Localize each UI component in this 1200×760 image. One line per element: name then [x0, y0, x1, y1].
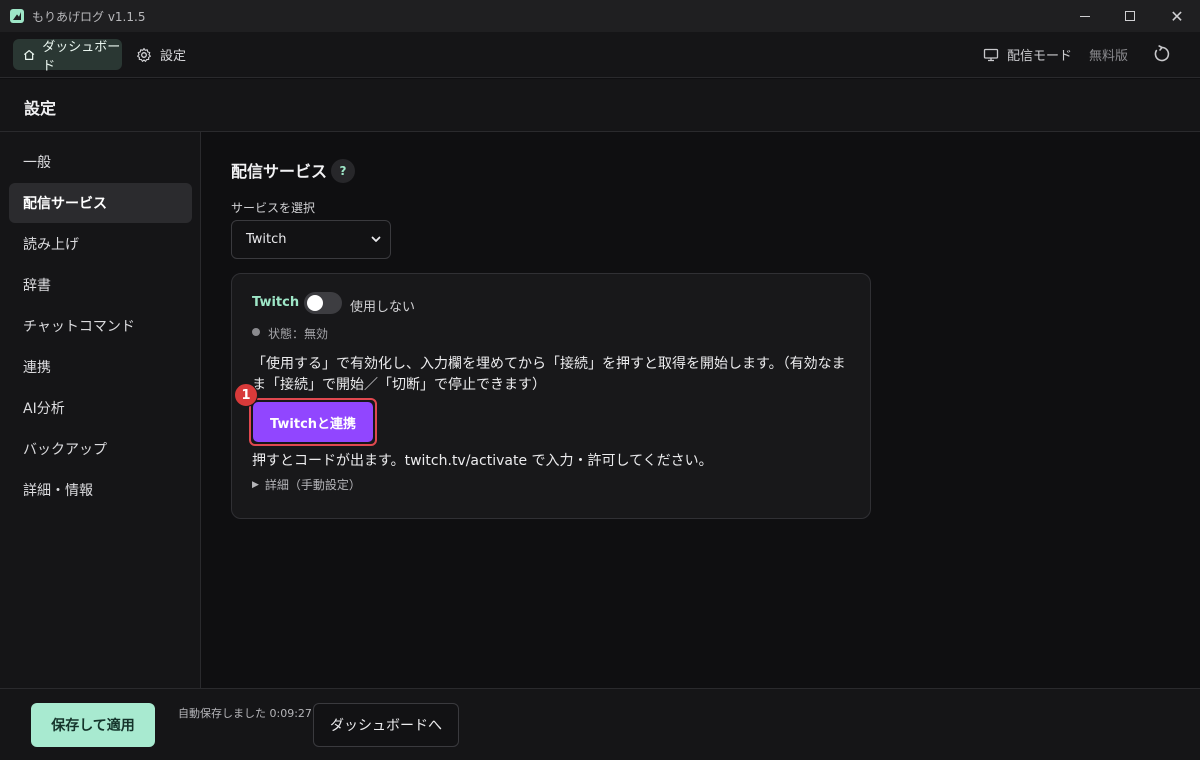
sidebar-item-dictionary[interactable]: 辞書	[9, 265, 192, 305]
sidebar-item-chat-commands[interactable]: チャットコマンド	[9, 306, 192, 346]
nav-dashboard-label: ダッシュボード	[42, 39, 121, 74]
triangle-right-icon: ▶	[252, 479, 259, 490]
twitch-service-card: Twitch 使用しない 状態：無効 「使用する」で有効化し、入力欄を埋めてから…	[231, 273, 871, 519]
sidebar-item-details-info[interactable]: 詳細・情報	[9, 470, 192, 510]
close-icon: ✕	[1170, 6, 1184, 26]
title-bar: もりあげログ v1.1.5 ✕	[0, 0, 1200, 32]
help-button[interactable]: ?	[331, 159, 355, 183]
page-header: 設定	[0, 79, 1200, 132]
service-select[interactable]: Twitch	[231, 220, 391, 259]
toggle-label: 使用しない	[350, 300, 416, 315]
chevron-down-icon	[371, 236, 381, 242]
nav-settings-button[interactable]: 設定	[136, 39, 186, 70]
sidebar-item-backup[interactable]: バックアップ	[9, 429, 192, 469]
sidebar-item-ai-analysis[interactable]: AI分析	[9, 388, 192, 428]
bottom-bar: 保存して適用 自動保存しました 0:09:27 ダッシュボードへ	[0, 688, 1200, 760]
connect-button-highlight: Twitchと連携	[249, 398, 377, 446]
maximize-icon	[1125, 11, 1135, 21]
service-select-value: Twitch	[246, 232, 287, 247]
go-dashboard-button[interactable]: ダッシュボードへ	[313, 703, 459, 747]
save-apply-button[interactable]: 保存して適用	[31, 703, 155, 747]
broadcast-mode-label: 配信モード	[1007, 49, 1073, 64]
nav-dashboard-button[interactable]: ダッシュボード	[13, 39, 122, 74]
connect-twitch-button[interactable]: Twitchと連携	[253, 402, 373, 442]
app-logo-icon	[10, 9, 24, 23]
manual-settings-disclosure[interactable]: ▶ 詳細（手動設定）	[252, 476, 361, 493]
use-service-toggle[interactable]	[304, 292, 342, 314]
status-text: 状態：無効	[268, 327, 329, 341]
section-title: 配信サービス	[231, 162, 328, 181]
details-label: 詳細（手動設定）	[264, 478, 361, 492]
card-service-name: Twitch	[252, 295, 300, 310]
minimize-icon	[1080, 15, 1090, 17]
main-content: 配信サービス ? サービスを選択 Twitch Twitch 使用しない 状態：…	[201, 132, 1200, 688]
refresh-button[interactable]	[1151, 43, 1173, 65]
top-nav: ダッシュボード 設定 配信モード 無料版	[0, 32, 1200, 78]
refresh-icon	[1154, 45, 1170, 62]
maximize-button[interactable]	[1107, 0, 1153, 32]
home-icon	[23, 49, 35, 60]
plan-label: 無料版	[1089, 49, 1129, 64]
minimize-button[interactable]	[1062, 0, 1108, 32]
card-description: 「使用する」で有効化し、入力欄を埋めてから「接続」を押すと取得を開始します。（有…	[252, 356, 846, 393]
monitor-icon	[983, 48, 999, 61]
sidebar-item-read-aloud[interactable]: 読み上げ	[9, 224, 192, 264]
toggle-knob	[307, 295, 323, 311]
sidebar-item-integrations[interactable]: 連携	[9, 347, 192, 387]
settings-sidebar: 一般 配信サービス 読み上げ 辞書 チャットコマンド 連携 AI分析 バックアッ…	[0, 132, 201, 688]
status-dot-icon	[252, 328, 260, 336]
window-title: もりあげログ v1.1.5	[32, 10, 146, 24]
activation-hint: 押すとコードが出ます。twitch.tv/activate で入力・許可してくだ…	[252, 453, 713, 469]
broadcast-mode-button[interactable]: 配信モード	[983, 39, 1072, 70]
service-select-label: サービスを選択	[231, 201, 316, 215]
nav-settings-label: 設定	[160, 49, 187, 64]
sidebar-item-general[interactable]: 一般	[9, 142, 192, 182]
page-title: 設定	[24, 99, 57, 118]
gear-icon	[137, 47, 151, 62]
autosave-status: 自動保存しました 0:09:27	[178, 707, 312, 720]
close-button[interactable]: ✕	[1154, 0, 1200, 32]
sidebar-item-streaming-service[interactable]: 配信サービス	[9, 183, 192, 223]
step-number-badge: 1	[234, 383, 258, 407]
